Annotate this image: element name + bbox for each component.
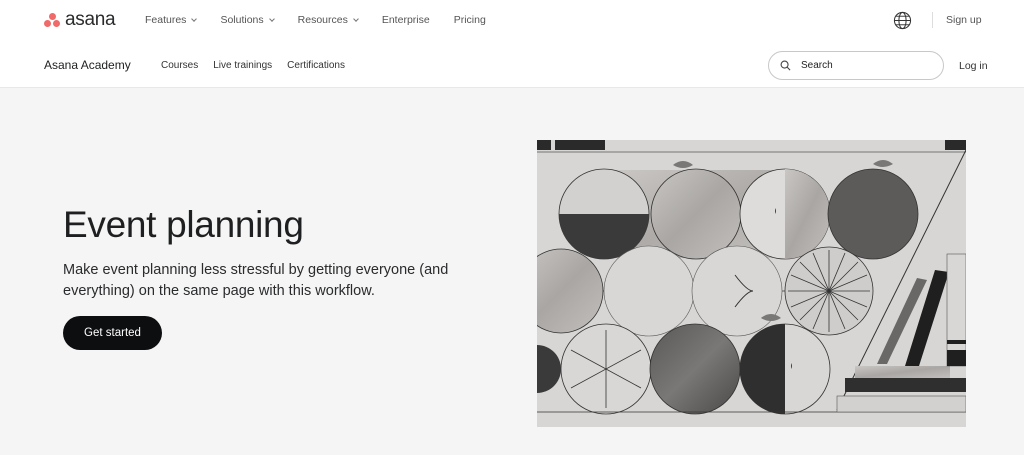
search-box[interactable] <box>768 51 944 80</box>
globe-icon[interactable] <box>893 11 912 30</box>
hero-section: Event planning Make event planning less … <box>0 88 1024 455</box>
academy-title[interactable]: Asana Academy <box>44 58 131 72</box>
hero-description: Make event planning less stressful by ge… <box>63 262 449 299</box>
chevron-down-icon <box>191 15 198 22</box>
search-input[interactable] <box>801 60 931 71</box>
get-started-button[interactable]: Get started <box>63 316 162 350</box>
top-nav-menu: Features Solutions Resources Enterprise … <box>145 14 510 26</box>
sign-up-link[interactable]: Sign up <box>946 14 982 26</box>
log-in-link[interactable]: Log in <box>959 60 988 72</box>
asana-wordmark: asana <box>65 9 116 30</box>
nav-item-solutions[interactable]: Solutions <box>220 14 275 26</box>
academy-nav: Asana Academy Courses Live trainings Cer… <box>0 42 1024 88</box>
nav-item-resources[interactable]: Resources <box>298 14 359 26</box>
nav-item-enterprise[interactable]: Enterprise <box>382 14 430 26</box>
search-icon <box>780 60 791 71</box>
link-courses[interactable]: Courses <box>161 60 198 71</box>
link-certifications[interactable]: Certifications <box>287 60 345 71</box>
academy-links: Courses Live trainings Certifications <box>161 60 360 71</box>
page-title: Event planning <box>63 204 304 245</box>
link-live-trainings[interactable]: Live trainings <box>213 60 272 71</box>
chevron-down-icon <box>268 15 275 22</box>
chevron-down-icon <box>353 15 359 22</box>
asana-logo[interactable]: asana <box>44 9 116 30</box>
nav-item-pricing[interactable]: Pricing <box>454 14 486 26</box>
nav-item-features[interactable]: Features <box>145 14 198 26</box>
event-planning-illustration <box>537 140 966 427</box>
top-nav: asana Features Solutions Resources Enter… <box>0 0 1024 42</box>
nav-divider <box>932 12 933 28</box>
asana-logo-icon <box>44 13 60 27</box>
